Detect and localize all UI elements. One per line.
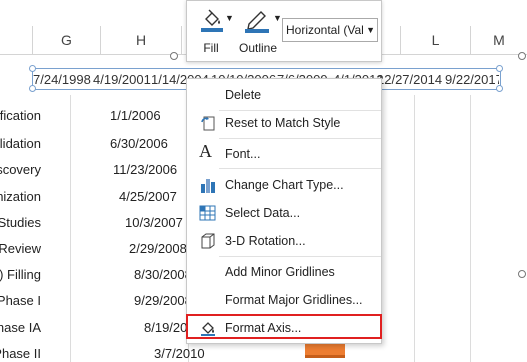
paint-bucket-icon [201,7,225,36]
menu-item-change-chart-type[interactable]: Change Chart Type... [187,171,381,199]
menu-item-format-major-gridlines[interactable]: Format Major Gridlines... [187,286,381,314]
highlight-box [186,314,382,339]
axis-selection-handle[interactable] [29,65,36,72]
chart-resize-handle[interactable] [518,270,526,278]
menu-item-reset-style[interactable]: Reset to Match Style [187,109,381,137]
outline-dropdown-arrow-icon[interactable]: ▼ [273,13,282,23]
column-header-partial[interactable] [0,26,33,54]
context-menu: Delete Reset to Match Style A Font... Ch… [186,78,382,344]
reset-style-icon [199,114,217,132]
category-label: scovery [0,162,41,177]
gridline [70,95,71,362]
column-header-h[interactable]: H [101,26,182,54]
data-label: 3/7/2010 [154,346,205,361]
menu-item-label: Format Major Gridlines... [225,293,363,307]
gridline [470,95,471,362]
data-label: 10/3/2007 [125,215,183,230]
menu-item-delete[interactable]: Delete [187,81,381,109]
select-data-icon [199,204,217,222]
menu-separator [219,168,381,169]
menu-item-label: Add Minor Gridlines [225,265,335,279]
axis-selection-handle[interactable] [496,65,503,72]
category-label: Phase IA [0,320,41,335]
chart-type-icon [199,176,217,194]
fill-dropdown-arrow-icon[interactable]: ▼ [225,13,234,23]
axis-selection-handle[interactable] [29,85,36,92]
chart-resize-handle[interactable] [518,52,526,60]
menu-separator [219,138,381,139]
menu-item-3d-rotation[interactable]: 3-D Rotation... [187,227,381,255]
gridline [414,95,415,362]
pen-outline-icon [245,7,271,36]
column-header-k-partial[interactable] [382,26,401,54]
category-label: Studies [0,215,41,230]
data-label: 11/23/2006 [113,162,178,177]
fill-label: Fill [203,41,219,55]
column-header-l[interactable]: L [401,26,471,54]
chart-element-select-value: Horizontal (Val [286,23,364,37]
menu-item-label: Reset to Match Style [225,116,341,130]
category-label: Review [0,241,41,256]
chart-bar[interactable] [305,344,345,358]
data-label: 4/25/2007 [119,189,177,204]
category-label: ) Filling [0,267,41,282]
data-label: 1/1/2006 [110,108,161,123]
chevron-down-icon: ▼ [366,25,375,35]
menu-item-label: Delete [225,88,262,102]
font-icon: A [199,141,212,161]
chart-resize-handle[interactable] [170,52,178,60]
menu-item-label: Font... [225,147,261,161]
column-header-g[interactable]: G [33,26,101,54]
menu-item-add-minor-gridlines[interactable]: Add Minor Gridlines [187,258,381,286]
fill-button[interactable]: ▼ Fill [191,3,234,57]
category-label: Phase I [0,293,41,308]
category-label: nization [0,189,41,204]
outline-button[interactable]: ▼ Outline [235,3,282,57]
data-label: 6/30/2006 [110,136,168,151]
menu-separator [219,256,381,257]
chart-element-select[interactable]: Horizontal (Val ▼ [282,18,378,42]
data-label: 8/30/2008 [134,267,192,282]
column-header-m[interactable]: M [471,26,527,54]
menu-item-label: Select Data... [225,206,301,220]
data-label: 9/29/2008 [134,293,192,308]
data-label: 2/29/2008 [129,241,187,256]
category-label: fication [0,108,41,123]
menu-item-font[interactable]: A Font... [187,140,381,168]
menu-item-select-data[interactable]: Select Data... [187,199,381,227]
axis-selection-handle[interactable] [496,85,503,92]
menu-item-label: 3-D Rotation... [225,234,306,248]
menu-item-label: Change Chart Type... [225,178,344,192]
rotation-3d-icon [199,232,217,250]
outline-label: Outline [238,41,278,55]
category-label: lidation [0,136,41,151]
category-label: Phase II [0,346,41,361]
